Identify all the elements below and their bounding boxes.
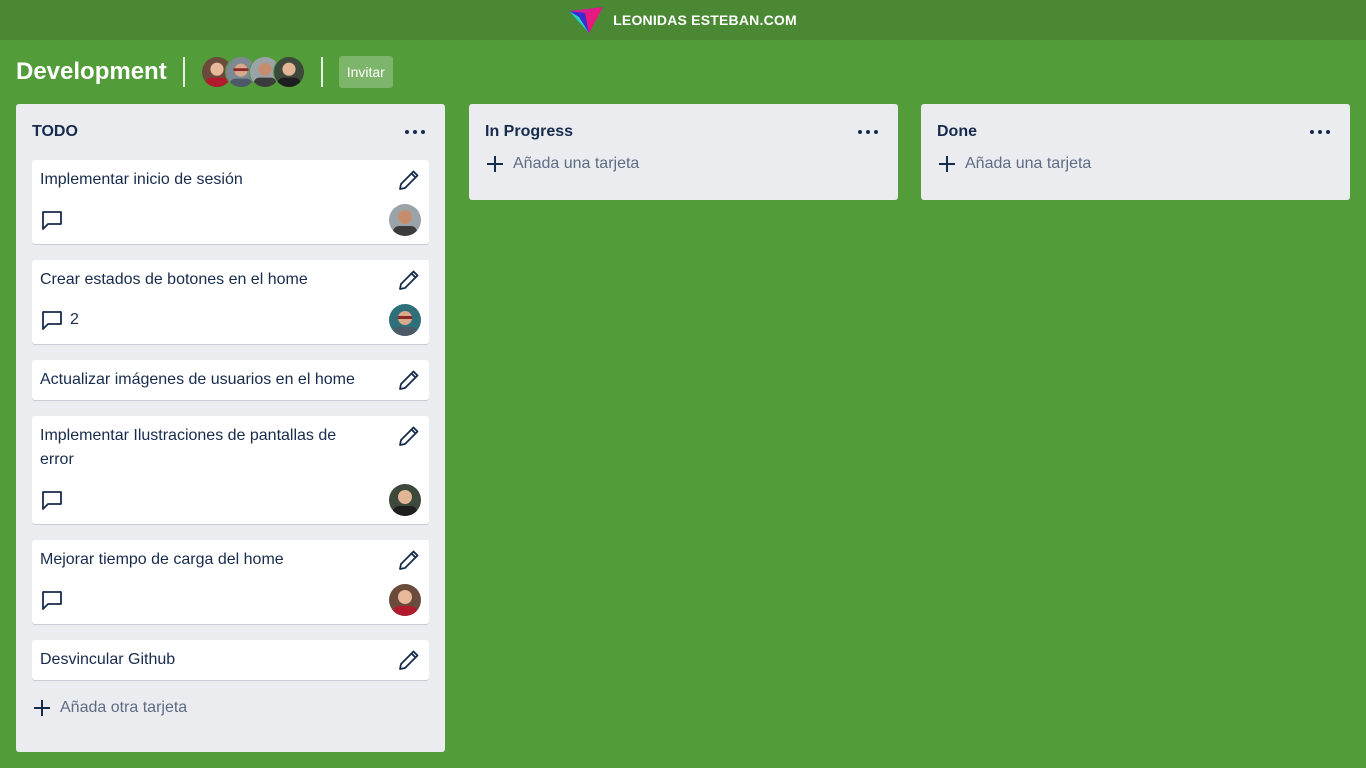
speech-bubble-icon — [42, 211, 62, 230]
list-todo: TODO Implementar inicio de sesión Crear … — [16, 104, 445, 752]
card-title: Implementar inicio de sesión — [40, 171, 243, 188]
avatar[interactable] — [389, 484, 421, 516]
pencil-icon[interactable] — [397, 168, 421, 192]
add-card-label: Añada otra tarjeta — [60, 699, 188, 716]
list-title[interactable]: Done — [937, 123, 977, 141]
plus-icon — [34, 700, 50, 716]
speech-bubble-icon — [42, 491, 62, 510]
card[interactable]: Implementar Ilustraciones de pantallas d… — [32, 416, 429, 524]
more-icon[interactable] — [854, 122, 882, 142]
list-title[interactable]: TODO — [32, 123, 78, 141]
brand-logo-icon — [569, 7, 604, 33]
pencil-icon[interactable] — [397, 368, 421, 392]
card[interactable]: Implementar inicio de sesión — [32, 160, 429, 244]
brand-name: LEONIDAS ESTEBAN.COM — [613, 12, 797, 28]
avatar[interactable] — [272, 56, 305, 88]
comment-count: 2 — [70, 311, 79, 328]
speech-bubble-icon — [42, 311, 62, 330]
board-header: Development Invitar — [16, 56, 393, 88]
pencil-icon[interactable] — [397, 268, 421, 292]
comments[interactable] — [40, 208, 70, 232]
header-divider — [320, 57, 323, 87]
avatar[interactable] — [389, 584, 421, 616]
comments[interactable]: 2 — [40, 308, 79, 332]
more-icon[interactable] — [401, 122, 429, 142]
list-done: Done Añada una tarjeta — [921, 104, 1350, 200]
card[interactable]: Mejorar tiempo de carga del home — [32, 540, 429, 624]
board-title[interactable]: Development — [16, 56, 167, 88]
avatar[interactable] — [389, 204, 421, 236]
comments[interactable] — [40, 588, 70, 612]
card[interactable]: Crear estados de botones en el home 2 — [32, 260, 429, 344]
pencil-icon[interactable] — [397, 648, 421, 672]
add-card-button[interactable]: Añada una tarjeta — [937, 144, 1334, 184]
card-title: Mejorar tiempo de carga del home — [40, 551, 284, 568]
card-title: Desvincular Github — [40, 651, 176, 668]
card[interactable]: Actualizar imágenes de usuarios en el ho… — [32, 360, 429, 400]
header-divider — [182, 57, 185, 87]
list-in-progress: In Progress Añada una tarjeta — [469, 104, 898, 200]
add-card-label: Añada una tarjeta — [513, 155, 640, 172]
plus-icon — [939, 156, 955, 172]
speech-bubble-icon — [42, 591, 62, 610]
pencil-icon[interactable] — [397, 548, 421, 572]
pencil-icon[interactable] — [397, 424, 421, 448]
list-title[interactable]: In Progress — [485, 123, 573, 141]
card[interactable]: Desvincular Github — [32, 640, 429, 680]
board-members — [200, 56, 305, 88]
card-title: Crear estados de botones en el home — [40, 271, 308, 288]
list-header: TODO — [32, 104, 429, 160]
add-card-button[interactable]: Añada una tarjeta — [485, 144, 882, 184]
add-card-label: Añada una tarjeta — [965, 155, 1092, 172]
brand[interactable]: LEONIDAS ESTEBAN.COM — [569, 7, 797, 33]
top-bar: LEONIDAS ESTEBAN.COM — [0, 0, 1366, 40]
invite-button[interactable]: Invitar — [338, 56, 393, 88]
more-icon[interactable] — [1306, 122, 1334, 142]
card-title: Actualizar imágenes de usuarios en el ho… — [40, 371, 355, 388]
card-title: Implementar Ilustraciones de pantallas d… — [40, 427, 337, 468]
avatar[interactable] — [389, 304, 421, 336]
plus-icon — [487, 156, 503, 172]
add-card-button[interactable]: Añada otra tarjeta — [32, 688, 429, 728]
comments[interactable] — [40, 488, 70, 512]
